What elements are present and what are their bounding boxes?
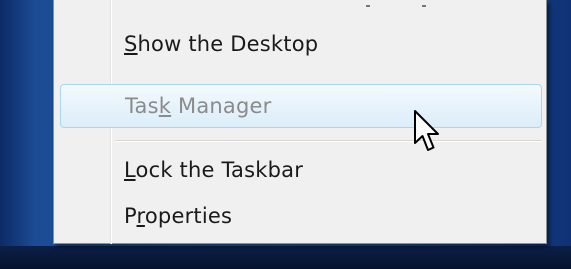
menu-item-properties[interactable]: Properties [54,196,548,236]
menu-item-show-desktop[interactable]: Show the Desktop [54,24,548,64]
taskbar-edge [0,246,571,269]
menu-separator [116,140,542,142]
menu-item-task-manager[interactable]: Task Manager [60,84,542,128]
menu-item-label: Properties [124,204,233,228]
arrow-cursor-icon [413,109,443,155]
menu-item-lock-taskbar[interactable]: Lock the Taskbar [54,150,548,190]
taskbar-context-menu: Show the Desktop Task Manager Lock the T… [53,0,547,244]
menu-item-label: Lock the Taskbar [124,158,304,182]
menu-top-mark [422,5,426,7]
menu-item-label: Show the Desktop [124,32,319,56]
menu-item-label: Task Manager [125,94,272,118]
menu-top-mark [366,5,370,7]
